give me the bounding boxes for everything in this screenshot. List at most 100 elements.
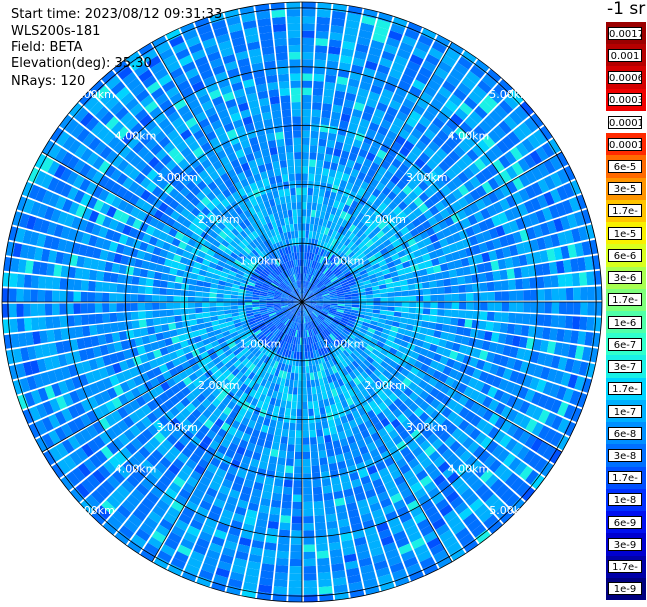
range-gate-cell xyxy=(419,268,428,276)
range-gate-cell xyxy=(393,286,402,292)
range-gate-cell xyxy=(102,303,110,313)
range-gate-cell xyxy=(387,302,395,307)
range-gate-cell xyxy=(310,437,317,445)
range-gate-cell xyxy=(216,302,224,307)
range-gate-cell xyxy=(587,302,595,316)
range-gate-cell xyxy=(210,315,219,322)
range-gate-cell xyxy=(373,305,381,310)
range-gate-cell xyxy=(436,279,444,287)
range-gate-cell xyxy=(522,278,531,289)
range-gate-cell xyxy=(289,422,296,431)
range-gate-cell xyxy=(544,288,552,301)
range-gate-cell xyxy=(291,523,302,531)
range-gate-cell xyxy=(292,501,302,510)
range-gate-cell xyxy=(408,307,417,314)
range-gate-cell xyxy=(274,478,284,487)
range-gate-cell xyxy=(166,288,175,296)
range-gate-cell xyxy=(161,324,170,332)
range-gate-cell xyxy=(458,284,466,293)
range-gate-cell xyxy=(39,262,48,276)
range-gate-cell xyxy=(326,448,335,458)
range-gate-cell xyxy=(294,373,299,381)
range-gate-cell xyxy=(279,160,287,168)
range-gate-cell xyxy=(462,327,472,337)
range-gate-cell xyxy=(458,293,467,301)
range-gate-cell xyxy=(310,130,319,139)
range-gate-cell xyxy=(330,162,339,171)
range-gate-cell xyxy=(23,303,31,317)
range-gate-cell xyxy=(278,81,290,89)
range-gate-cell xyxy=(366,302,374,306)
range-gate-cell xyxy=(319,131,328,140)
range-gate-cell xyxy=(401,290,409,297)
range-gate-cell xyxy=(313,500,324,509)
range-gate-cell xyxy=(160,317,168,325)
range-gate-cell xyxy=(275,471,285,480)
range-gate-cell xyxy=(299,359,302,367)
range-gate-cell xyxy=(322,168,330,177)
range-gate-cell xyxy=(304,351,308,359)
range-gate-cell xyxy=(237,302,245,306)
range-gate-cell xyxy=(244,296,253,300)
range-gate-cell xyxy=(462,266,472,276)
range-gate-cell xyxy=(302,230,306,238)
range-gate-cell xyxy=(189,319,198,326)
range-gate-cell xyxy=(145,310,153,319)
range-gate-cell xyxy=(366,305,374,309)
range-gate-cell xyxy=(303,494,313,502)
range-gate-cell xyxy=(30,289,38,302)
range-gate-cell xyxy=(110,273,119,283)
range-gate-cell xyxy=(318,399,325,408)
range-gate-cell xyxy=(401,296,410,302)
range-gate-cell xyxy=(146,270,156,279)
range-gate-cell xyxy=(174,282,182,290)
range-gate-cell xyxy=(508,302,517,312)
range-gate-cell xyxy=(322,197,330,206)
range-gate-cell xyxy=(324,506,336,515)
range-gate-cell xyxy=(328,462,338,472)
range-gate-cell xyxy=(272,117,283,126)
range-gate-cell xyxy=(285,145,294,153)
range-gate-cell xyxy=(307,394,313,402)
range-gate-cell xyxy=(309,159,316,167)
range-gate-cell xyxy=(288,216,294,225)
range-gate-cell xyxy=(302,73,313,81)
range-gate-cell xyxy=(393,311,402,317)
range-gate-cell xyxy=(264,125,275,135)
range-gate-cell xyxy=(557,315,566,328)
range-gate-cell xyxy=(303,587,318,595)
range-gate-cell xyxy=(365,294,374,299)
range-gate-cell xyxy=(272,161,280,170)
range-gate-cell xyxy=(287,393,293,402)
range-gate-cell xyxy=(499,322,508,334)
range-gate-cell xyxy=(401,307,409,313)
range-gate-cell xyxy=(303,458,311,467)
range-gate-cell xyxy=(523,302,531,313)
range-gate-cell xyxy=(551,302,560,314)
range-gate-cell xyxy=(309,429,317,438)
range-gate-cell xyxy=(230,295,238,299)
range-gate-cell xyxy=(280,95,291,104)
range-gate-cell xyxy=(273,579,288,588)
range-gate-cell xyxy=(293,473,302,481)
range-gate-cell xyxy=(306,202,312,210)
range-gate-cell xyxy=(302,223,306,231)
range-gate-cell xyxy=(159,280,168,288)
range-gate-cell xyxy=(327,132,337,142)
range-gate-cell xyxy=(160,273,170,281)
range-gate-cell xyxy=(287,159,294,167)
range-gate-cell xyxy=(292,387,298,395)
range-gate-cell xyxy=(472,311,481,320)
range-gate-cell xyxy=(465,310,474,319)
range-gate-cell xyxy=(145,278,154,287)
range-gate-cell xyxy=(124,321,133,330)
range-gate-cell xyxy=(309,372,315,381)
range-gate-cell xyxy=(550,275,559,288)
range-gate-cell xyxy=(291,516,302,524)
range-gate-cell xyxy=(267,139,277,149)
range-gate-cell xyxy=(535,326,544,339)
range-gate-cell xyxy=(534,264,544,276)
range-gate-cell xyxy=(386,287,395,293)
range-gate-cell xyxy=(293,380,298,388)
range-gate-cell xyxy=(387,297,395,302)
